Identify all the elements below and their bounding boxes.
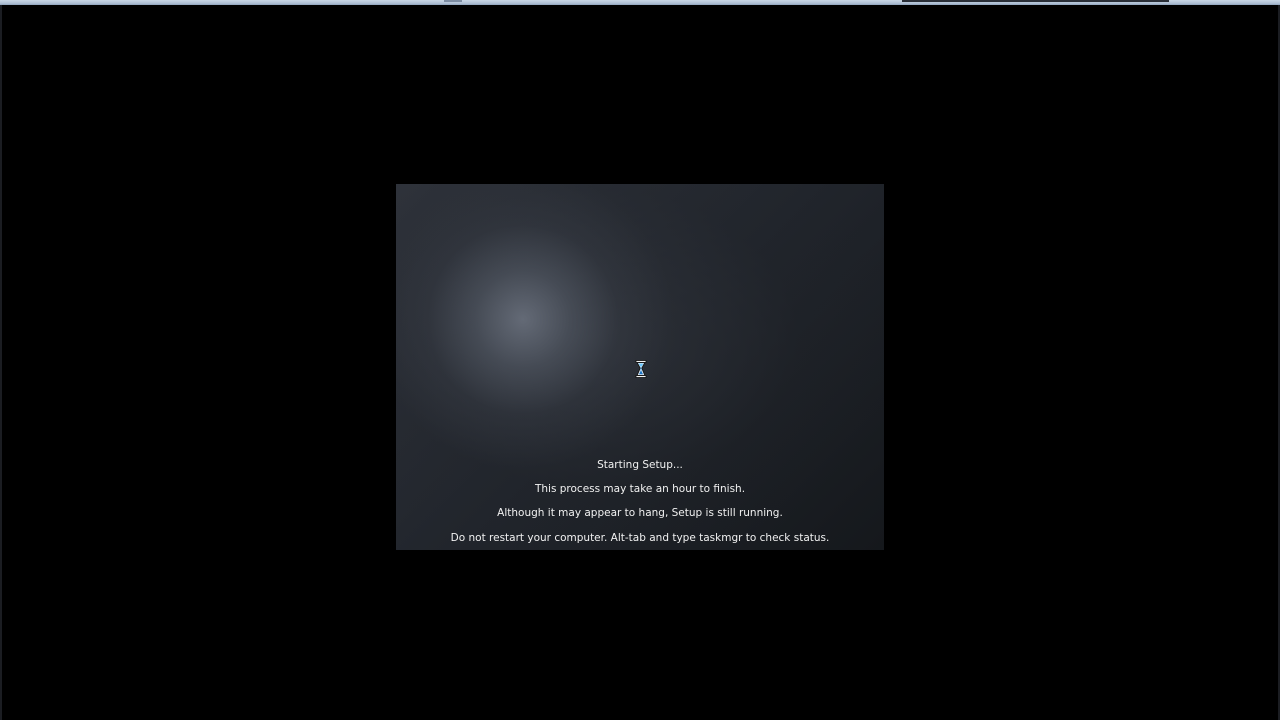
window-left-border — [0, 5, 2, 720]
setup-status-line: Starting Setup... — [597, 459, 683, 471]
virtual-machine-window: Starting Setup... This process may take … — [0, 0, 1280, 720]
window-top-marker — [444, 0, 462, 2]
hourglass-icon — [635, 360, 647, 378]
setup-instruction-line: Do not restart your computer. Alt-tab an… — [450, 532, 830, 544]
setup-duration-line: This process may take an hour to finish. — [534, 483, 746, 495]
setup-running-line: Although it may appear to hang, Setup is… — [497, 507, 783, 519]
windows-setup-screen: Starting Setup... This process may take … — [396, 184, 884, 550]
window-top-dark-bar — [902, 0, 1169, 2]
